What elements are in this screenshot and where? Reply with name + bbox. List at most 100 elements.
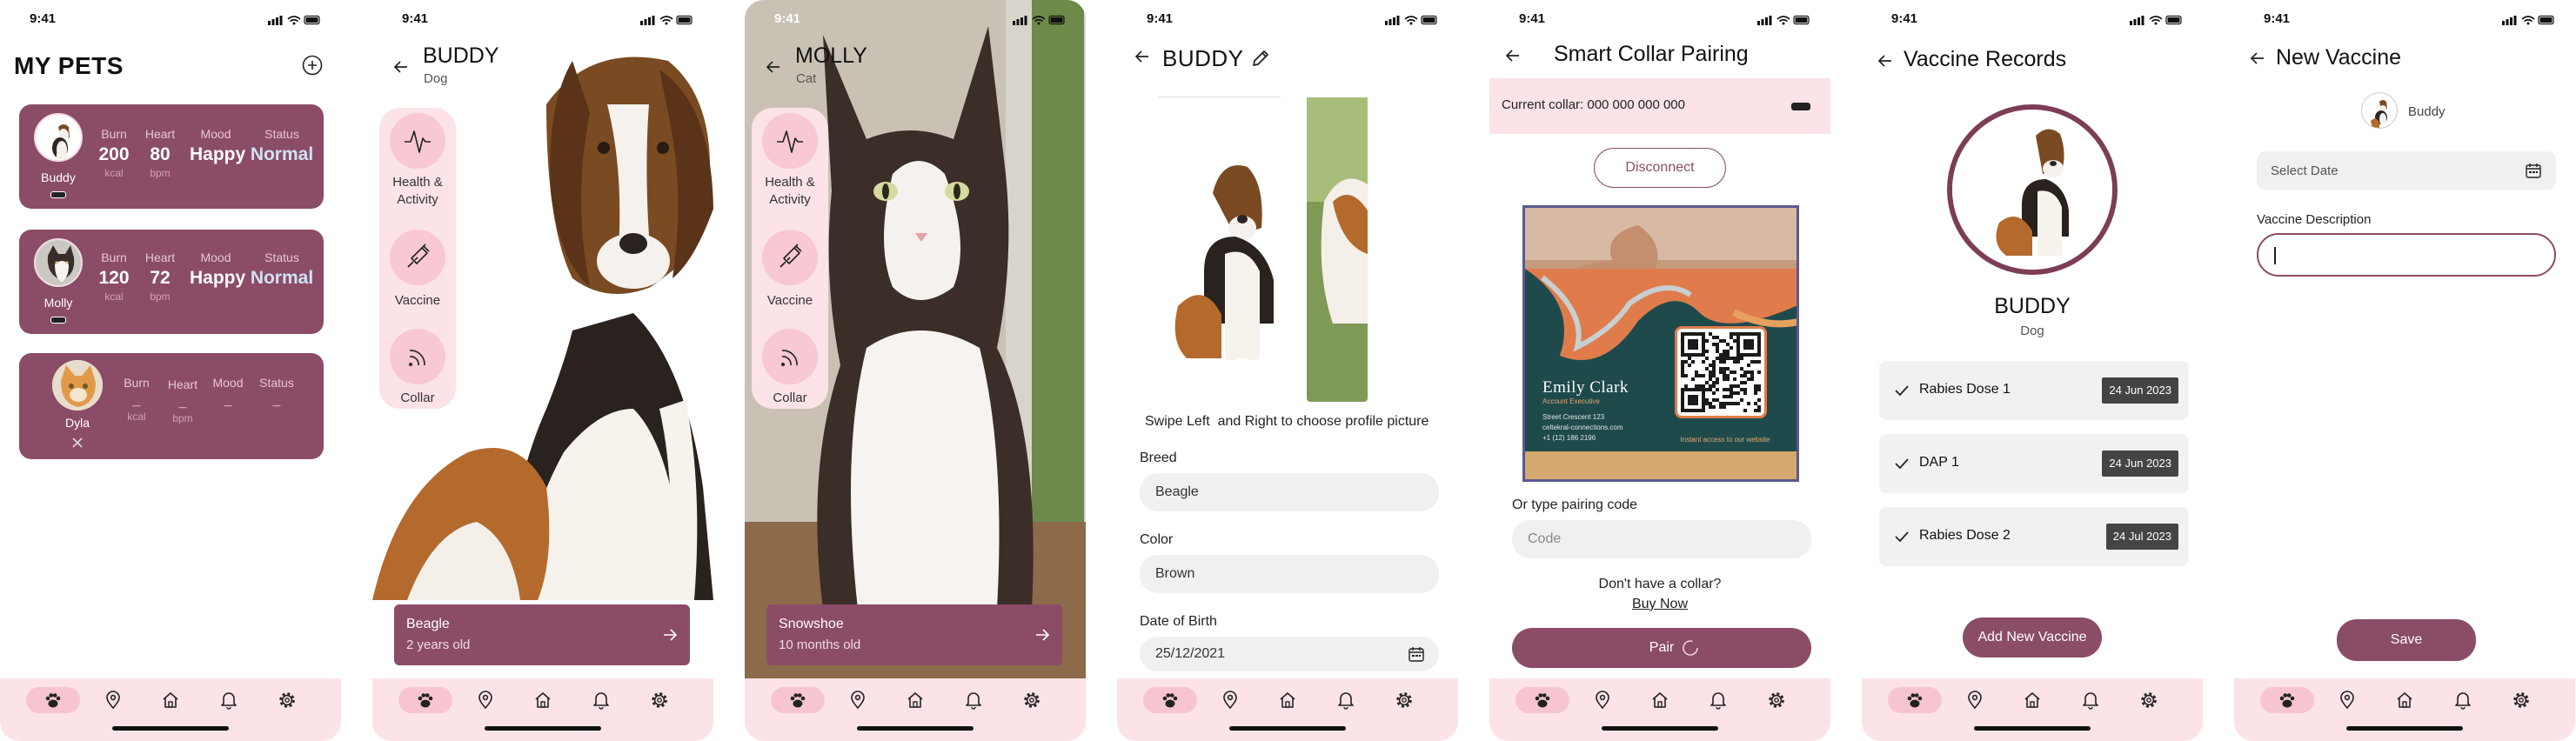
heart-stat: Heart _ bpm [167, 377, 198, 424]
back-button[interactable] [2248, 49, 2267, 68]
breed-label: Breed [1140, 451, 1177, 465]
description-input[interactable] [2257, 233, 2556, 277]
qr-module [1712, 360, 1716, 364]
calendar-icon[interactable] [2525, 162, 2542, 179]
pet-card-buddy[interactable]: Buddy Burn 200 kcal Heart 80 bpm Mood Happy S… [19, 104, 324, 209]
tab-pets[interactable] [1888, 687, 1942, 713]
tab-location[interactable] [840, 687, 875, 713]
tab-settings[interactable] [642, 687, 677, 713]
back-button[interactable] [1133, 47, 1152, 66]
qr-code [1675, 326, 1767, 418]
pet-chip: Buddy [2361, 92, 2457, 130]
tab-notifications[interactable] [1328, 687, 1363, 713]
tab-location[interactable] [468, 687, 503, 713]
collar-button[interactable] [762, 329, 818, 384]
buy-now-link[interactable]: Buy Now [1630, 597, 1689, 612]
collar-button[interactable] [390, 329, 445, 384]
home-indicator [112, 726, 229, 731]
tab-home[interactable] [2387, 687, 2422, 713]
tab-location[interactable] [1585, 687, 1620, 713]
tab-home[interactable] [1643, 687, 1677, 713]
tab-notifications[interactable] [1701, 687, 1736, 713]
pet-species: Cat [796, 71, 817, 86]
location-icon [1968, 691, 1982, 709]
vaccine-button[interactable] [390, 230, 445, 285]
health-activity-button[interactable] [390, 113, 445, 169]
tab-location[interactable] [1213, 687, 1248, 713]
bottom-tab-bar [1117, 678, 1458, 741]
screen-vaccine-records: 9:41 Vaccine Records BUDDY Dog Rabies Do… [1862, 0, 2203, 741]
bottom-tab-bar [372, 678, 713, 741]
tab-pets[interactable] [771, 687, 825, 713]
profile-picture-carousel[interactable] [1152, 97, 1458, 402]
tab-settings[interactable] [2131, 687, 2166, 713]
pet-card-molly[interactable]: Molly Burn 120 kcal Heart 72 bpm Mood Happy S… [19, 230, 324, 334]
tab-pets[interactable] [26, 687, 80, 713]
tab-home[interactable] [1270, 687, 1305, 713]
disconnect-button[interactable]: Disconnect [1594, 148, 1726, 188]
health-activity-button[interactable] [762, 113, 818, 169]
qr-module [1716, 398, 1719, 402]
tab-pets[interactable] [1143, 687, 1197, 713]
paw-icon [418, 693, 433, 708]
back-button[interactable] [764, 57, 783, 77]
status-bar: 9:41 [1489, 0, 1830, 38]
qr-module [1726, 377, 1730, 381]
breed-info-bar[interactable]: Beagle 2 years old [394, 604, 690, 665]
date-field[interactable]: Select Date [2257, 151, 2556, 190]
qr-module [1709, 388, 1712, 391]
back-button[interactable] [391, 57, 411, 77]
back-button[interactable] [1503, 46, 1522, 65]
dob-field[interactable]: 25/12/2021 [1140, 637, 1439, 671]
tab-notifications[interactable] [584, 687, 619, 713]
save-button[interactable]: Save [2337, 619, 2476, 661]
tab-location[interactable] [2330, 687, 2365, 713]
tab-notifications[interactable] [2446, 687, 2480, 713]
add-vaccine-button[interactable]: Add New Vaccine [1963, 618, 2102, 658]
vaccine-record-row[interactable]: Rabies Dose 2 24 Jul 2023 [1879, 507, 2189, 566]
code-input[interactable]: Code [1512, 520, 1811, 558]
close-icon[interactable] [71, 437, 84, 449]
loading-spinner-icon [1683, 640, 1698, 656]
pair-button[interactable]: Pair [1512, 628, 1811, 668]
qr-finder [1688, 339, 1698, 350]
tab-notifications[interactable] [211, 687, 246, 713]
syringe-icon [407, 244, 430, 268]
color-field[interactable]: Brown [1140, 555, 1439, 593]
vaccine-record-row[interactable]: Rabies Dose 1 24 Jun 2023 [1879, 361, 2189, 420]
bell-icon [593, 692, 609, 710]
back-button[interactable] [1876, 51, 1895, 70]
tab-notifications[interactable] [2073, 687, 2108, 713]
vaccine-record-row[interactable]: DAP 1 24 Jun 2023 [1879, 434, 2189, 493]
status-icons [1757, 14, 1811, 30]
tab-location[interactable] [96, 687, 130, 713]
tab-pets[interactable] [398, 687, 452, 713]
home-icon [1280, 692, 1295, 708]
edit-name-button[interactable] [1249, 47, 1272, 70]
qr-finder [1688, 395, 1698, 405]
qr-module [1705, 398, 1709, 402]
pet-card-dyla[interactable]: Dyla Burn _ kcal Heart _ bpm Mood _ Status _ [19, 353, 324, 459]
tab-notifications[interactable] [956, 687, 991, 713]
breed-field[interactable]: Beagle [1140, 473, 1439, 511]
add-pet-button[interactable] [301, 54, 324, 77]
tab-settings[interactable] [1014, 687, 1049, 713]
vaccine-name: DAP 1 [1919, 455, 1959, 470]
calendar-icon[interactable] [1408, 645, 1425, 663]
tab-settings[interactable] [1759, 687, 1794, 713]
tab-pets[interactable] [1515, 687, 1569, 713]
pet-name: Molly [43, 296, 73, 310]
qr-camera-view[interactable]: Emily Clark Account Executive Street Cre… [1522, 205, 1799, 482]
tab-home[interactable] [525, 687, 560, 713]
tab-settings[interactable] [1387, 687, 1422, 713]
tab-pets[interactable] [2260, 687, 2314, 713]
tab-settings[interactable] [2504, 687, 2539, 713]
tab-home[interactable] [898, 687, 933, 713]
home-indicator [1229, 726, 1346, 731]
tab-settings[interactable] [270, 687, 304, 713]
breed-info-bar[interactable]: Snowshoe 10 months old [766, 604, 1062, 665]
tab-home[interactable] [153, 687, 188, 713]
tab-home[interactable] [2015, 687, 2050, 713]
vaccine-button[interactable] [762, 230, 818, 285]
tab-location[interactable] [1957, 687, 1992, 713]
